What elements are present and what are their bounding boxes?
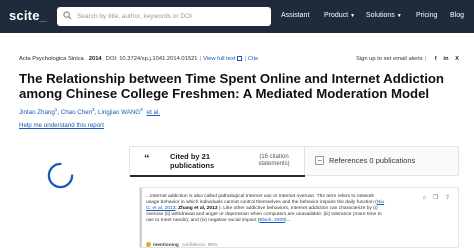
- article-meta-row: Acta Psychologica Sinica 2014 DOI: 10.3724…: [19, 56, 459, 62]
- card-actions: ⌂ ❐ ⇪: [418, 194, 450, 201]
- citation-excerpt: ...Internet addiction is also called pat…: [146, 194, 385, 223]
- nav-solutions[interactable]: Solutions ▼: [366, 12, 402, 19]
- linkedin-share-icon[interactable]: in: [443, 56, 448, 62]
- citation-classification: mentioning confidence: 95%: [146, 242, 218, 248]
- cited-by-label: Cited by 21 publications: [170, 152, 215, 170]
- copy-icon[interactable]: ❐: [433, 195, 438, 201]
- citation-statements-count: (16 citation statements): [258, 154, 290, 167]
- cite-link[interactable]: Cite: [248, 56, 258, 62]
- author-link[interactable]: Chao Chen: [61, 109, 92, 116]
- search-input[interactable]: [77, 9, 267, 24]
- view-full-text-link[interactable]: View full text: [203, 56, 243, 62]
- author-link[interactable]: Jintao Zhang: [19, 109, 55, 116]
- tab-references[interactable]: References 0 publications: [306, 147, 459, 175]
- loading-spinner-icon: [47, 162, 74, 189]
- doi-text: DOI: 10.3724/sp.j.1041.2014.01521: [105, 56, 198, 62]
- share-icon[interactable]: ⇪: [445, 195, 450, 201]
- references-label: References 0 publications: [329, 156, 416, 165]
- quote-icon: “: [144, 153, 150, 165]
- chevron-down-icon: ▼: [396, 13, 402, 19]
- search-box[interactable]: [57, 7, 271, 26]
- facebook-share-icon[interactable]: f: [435, 56, 437, 62]
- publication-year: 2014: [88, 56, 102, 62]
- citation-tabs: “ Cited by 21 publications (16 citation …: [129, 146, 459, 177]
- article-title: The Relationship between Time Spent Onli…: [19, 71, 444, 101]
- nav-product[interactable]: Product ▼: [324, 12, 355, 19]
- citation-statement-card: ...Internet addiction is also called pat…: [139, 187, 459, 248]
- help-understand-report-link[interactable]: Help me understand this report: [19, 122, 104, 129]
- author-list: Jintao Zhang1, Chao Chen2, Lingjiao WANG…: [19, 107, 161, 117]
- journal-name: Acta Psychologica Sinica: [19, 56, 84, 62]
- nav-blog[interactable]: Blog: [450, 12, 464, 19]
- et-al-link[interactable]: et al.: [147, 109, 160, 116]
- reference-link[interactable]: Block, 2008: [259, 218, 285, 223]
- top-navigation-bar: scite_ Assistant Product▼ Solutions▼ Pri…: [0, 0, 474, 33]
- external-link-icon: [237, 56, 243, 61]
- nav-pricing[interactable]: Pricing: [416, 12, 437, 19]
- references-icon: [315, 156, 324, 165]
- email-alert-link[interactable]: Sign up to set email alerts: [356, 56, 423, 62]
- scite-logo[interactable]: scite_: [9, 8, 47, 23]
- confidence-score: confidence: 95%: [181, 243, 218, 248]
- card-accent-bar: [140, 188, 142, 247]
- search-icon: [63, 11, 72, 20]
- bookmark-icon[interactable]: ⌂: [423, 195, 427, 201]
- author-link[interactable]: Lingjiao WANG: [98, 109, 140, 116]
- tab-cited-by[interactable]: “ Cited by 21 publications (16 citation …: [130, 147, 305, 175]
- highlighted-reference: Zhang et al, 2013: [178, 206, 218, 211]
- mentioning-badge: mentioning: [153, 243, 179, 248]
- active-tab-indicator: [130, 175, 305, 177]
- mentioning-icon: [146, 242, 151, 247]
- chevron-down-icon: ▼: [350, 13, 356, 19]
- x-share-icon[interactable]: X: [455, 56, 459, 62]
- nav-assistant[interactable]: Assistant: [281, 12, 309, 19]
